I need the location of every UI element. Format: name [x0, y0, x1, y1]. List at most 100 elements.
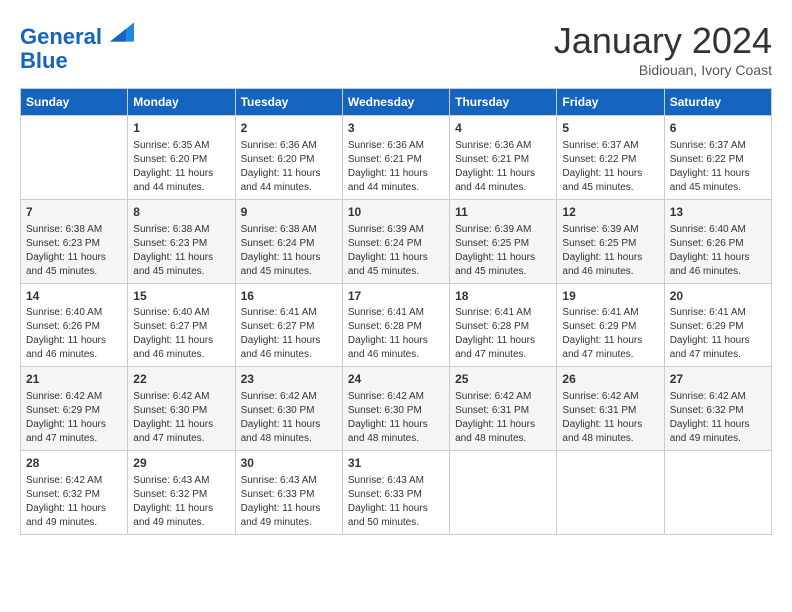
day-info: Sunrise: 6:36 AM Sunset: 6:20 PM Dayligh…: [241, 139, 337, 195]
day-info: Sunrise: 6:42 AM Sunset: 6:31 PM Dayligh…: [455, 390, 551, 446]
day-info: Sunrise: 6:40 AM Sunset: 6:26 PM Dayligh…: [26, 306, 122, 362]
day-number: 7: [26, 204, 122, 221]
day-info: Sunrise: 6:41 AM Sunset: 6:29 PM Dayligh…: [670, 306, 766, 362]
header-wednesday: Wednesday: [342, 89, 449, 116]
logo-icon: [110, 20, 134, 44]
calendar-cell: 3Sunrise: 6:36 AM Sunset: 6:21 PM Daylig…: [342, 116, 449, 200]
header-saturday: Saturday: [664, 89, 771, 116]
day-number: 11: [455, 204, 551, 221]
calendar-cell: 16Sunrise: 6:41 AM Sunset: 6:27 PM Dayli…: [235, 283, 342, 367]
calendar-header-row: SundayMondayTuesdayWednesdayThursdayFrid…: [21, 89, 772, 116]
calendar-cell: [557, 451, 664, 535]
day-number: 10: [348, 204, 444, 221]
calendar-cell: 30 Sunrise: 6:43 AM Sunset: 6:33 PM Dayli…: [235, 451, 342, 535]
header-thursday: Thursday: [450, 89, 557, 116]
calendar-cell: 17Sunrise: 6:41 AM Sunset: 6:28 PM Dayli…: [342, 283, 449, 367]
day-number: 25: [455, 371, 551, 388]
day-number: 21: [26, 371, 122, 388]
month-title: January 2024: [554, 20, 772, 62]
calendar-cell: 1 Sunrise: 6:35 AM Sunset: 6:20 PM Daylig…: [128, 116, 235, 200]
day-number: 18: [455, 288, 551, 305]
calendar-cell: 10 Sunrise: 6:39 AM Sunset: 6:24 PM Dayli…: [342, 199, 449, 283]
day-info: Sunrise: 6:39 AM Sunset: 6:25 PM Dayligh…: [562, 223, 658, 279]
day-info: Sunrise: 6:41 AM Sunset: 6:27 PM Dayligh…: [241, 306, 337, 362]
day-number: 30: [241, 455, 337, 472]
calendar-cell: 19Sunrise: 6:41 AM Sunset: 6:29 PM Dayli…: [557, 283, 664, 367]
calendar-cell: [21, 116, 128, 200]
calendar-table: SundayMondayTuesdayWednesdayThursdayFrid…: [20, 88, 772, 535]
day-number: 9: [241, 204, 337, 221]
day-number: 27: [670, 371, 766, 388]
calendar-cell: 9 Sunrise: 6:38 AM Sunset: 6:24 PM Daylig…: [235, 199, 342, 283]
day-info: Sunrise: 6:42 AM Sunset: 6:32 PM Dayligh…: [26, 474, 122, 530]
day-info: Sunrise: 6:43 AM Sunset: 6:32 PM Dayligh…: [133, 474, 229, 530]
logo-blue: Blue: [20, 49, 134, 73]
calendar-cell: 4Sunrise: 6:36 AM Sunset: 6:21 PM Daylig…: [450, 116, 557, 200]
day-number: 6: [670, 120, 766, 137]
calendar-cell: 20Sunrise: 6:41 AM Sunset: 6:29 PM Dayli…: [664, 283, 771, 367]
calendar-cell: 8Sunrise: 6:38 AM Sunset: 6:23 PM Daylig…: [128, 199, 235, 283]
calendar-cell: 28Sunrise: 6:42 AM Sunset: 6:32 PM Dayli…: [21, 451, 128, 535]
calendar-cell: [664, 451, 771, 535]
day-info: Sunrise: 6:42 AM Sunset: 6:30 PM Dayligh…: [241, 390, 337, 446]
logo-text: General: [20, 20, 134, 49]
day-info: Sunrise: 6:39 AM Sunset: 6:24 PM Dayligh…: [348, 223, 444, 279]
day-number: 12: [562, 204, 658, 221]
day-number: 1: [133, 120, 229, 137]
day-info: Sunrise: 6:39 AM Sunset: 6:25 PM Dayligh…: [455, 223, 551, 279]
calendar-cell: 22Sunrise: 6:42 AM Sunset: 6:30 PM Dayli…: [128, 367, 235, 451]
day-number: 8: [133, 204, 229, 221]
day-info: Sunrise: 6:41 AM Sunset: 6:29 PM Dayligh…: [562, 306, 658, 362]
day-info: Sunrise: 6:43 AM Sunset: 6:33 PM Dayligh…: [241, 474, 337, 530]
day-info: Sunrise: 6:38 AM Sunset: 6:24 PM Dayligh…: [241, 223, 337, 279]
day-info: Sunrise: 6:42 AM Sunset: 6:30 PM Dayligh…: [348, 390, 444, 446]
calendar-cell: 5 Sunrise: 6:37 AM Sunset: 6:22 PM Daylig…: [557, 116, 664, 200]
calendar-cell: 12 Sunrise: 6:39 AM Sunset: 6:25 PM Dayli…: [557, 199, 664, 283]
day-info: Sunrise: 6:41 AM Sunset: 6:28 PM Dayligh…: [348, 306, 444, 362]
calendar-cell: 11 Sunrise: 6:39 AM Sunset: 6:25 PM Dayli…: [450, 199, 557, 283]
calendar-cell: 2 Sunrise: 6:36 AM Sunset: 6:20 PM Daylig…: [235, 116, 342, 200]
calendar-cell: 24Sunrise: 6:42 AM Sunset: 6:30 PM Dayli…: [342, 367, 449, 451]
day-info: Sunrise: 6:40 AM Sunset: 6:27 PM Dayligh…: [133, 306, 229, 362]
calendar-cell: [450, 451, 557, 535]
calendar-cell: 31 Sunrise: 6:43 AM Sunset: 6:33 PM Dayli…: [342, 451, 449, 535]
day-info: Sunrise: 6:40 AM Sunset: 6:26 PM Dayligh…: [670, 223, 766, 279]
day-info: Sunrise: 6:41 AM Sunset: 6:28 PM Dayligh…: [455, 306, 551, 362]
header-sunday: Sunday: [21, 89, 128, 116]
calendar-cell: 21Sunrise: 6:42 AM Sunset: 6:29 PM Dayli…: [21, 367, 128, 451]
day-info: Sunrise: 6:42 AM Sunset: 6:31 PM Dayligh…: [562, 390, 658, 446]
calendar-cell: 29 Sunrise: 6:43 AM Sunset: 6:32 PM Dayli…: [128, 451, 235, 535]
day-info: Sunrise: 6:37 AM Sunset: 6:22 PM Dayligh…: [562, 139, 658, 195]
day-number: 5: [562, 120, 658, 137]
day-info: Sunrise: 6:38 AM Sunset: 6:23 PM Dayligh…: [26, 223, 122, 279]
day-info: Sunrise: 6:43 AM Sunset: 6:33 PM Dayligh…: [348, 474, 444, 530]
day-number: 13: [670, 204, 766, 221]
day-info: Sunrise: 6:42 AM Sunset: 6:32 PM Dayligh…: [670, 390, 766, 446]
day-info: Sunrise: 6:35 AM Sunset: 6:20 PM Dayligh…: [133, 139, 229, 195]
day-number: 19: [562, 288, 658, 305]
calendar-cell: 25 Sunrise: 6:42 AM Sunset: 6:31 PM Dayli…: [450, 367, 557, 451]
calendar-week-row: 21Sunrise: 6:42 AM Sunset: 6:29 PM Dayli…: [21, 367, 772, 451]
calendar-cell: 26Sunrise: 6:42 AM Sunset: 6:31 PM Dayli…: [557, 367, 664, 451]
header-monday: Monday: [128, 89, 235, 116]
logo: General Blue: [20, 20, 134, 73]
day-number: 31: [348, 455, 444, 472]
calendar-cell: 7 Sunrise: 6:38 AM Sunset: 6:23 PM Daylig…: [21, 199, 128, 283]
calendar-week-row: 7 Sunrise: 6:38 AM Sunset: 6:23 PM Daylig…: [21, 199, 772, 283]
calendar-cell: 13 Sunrise: 6:40 AM Sunset: 6:26 PM Dayli…: [664, 199, 771, 283]
calendar-cell: 18Sunrise: 6:41 AM Sunset: 6:28 PM Dayli…: [450, 283, 557, 367]
day-info: Sunrise: 6:36 AM Sunset: 6:21 PM Dayligh…: [348, 139, 444, 195]
location-subtitle: Bidiouan, Ivory Coast: [554, 62, 772, 78]
day-number: 2: [241, 120, 337, 137]
day-number: 4: [455, 120, 551, 137]
day-number: 14: [26, 288, 122, 305]
day-number: 29: [133, 455, 229, 472]
calendar-cell: 14Sunrise: 6:40 AM Sunset: 6:26 PM Dayli…: [21, 283, 128, 367]
title-block: January 2024 Bidiouan, Ivory Coast: [554, 20, 772, 78]
calendar-week-row: 14Sunrise: 6:40 AM Sunset: 6:26 PM Dayli…: [21, 283, 772, 367]
calendar-cell: 27 Sunrise: 6:42 AM Sunset: 6:32 PM Dayli…: [664, 367, 771, 451]
day-number: 15: [133, 288, 229, 305]
day-info: Sunrise: 6:37 AM Sunset: 6:22 PM Dayligh…: [670, 139, 766, 195]
calendar-cell: 23Sunrise: 6:42 AM Sunset: 6:30 PM Dayli…: [235, 367, 342, 451]
header-friday: Friday: [557, 89, 664, 116]
